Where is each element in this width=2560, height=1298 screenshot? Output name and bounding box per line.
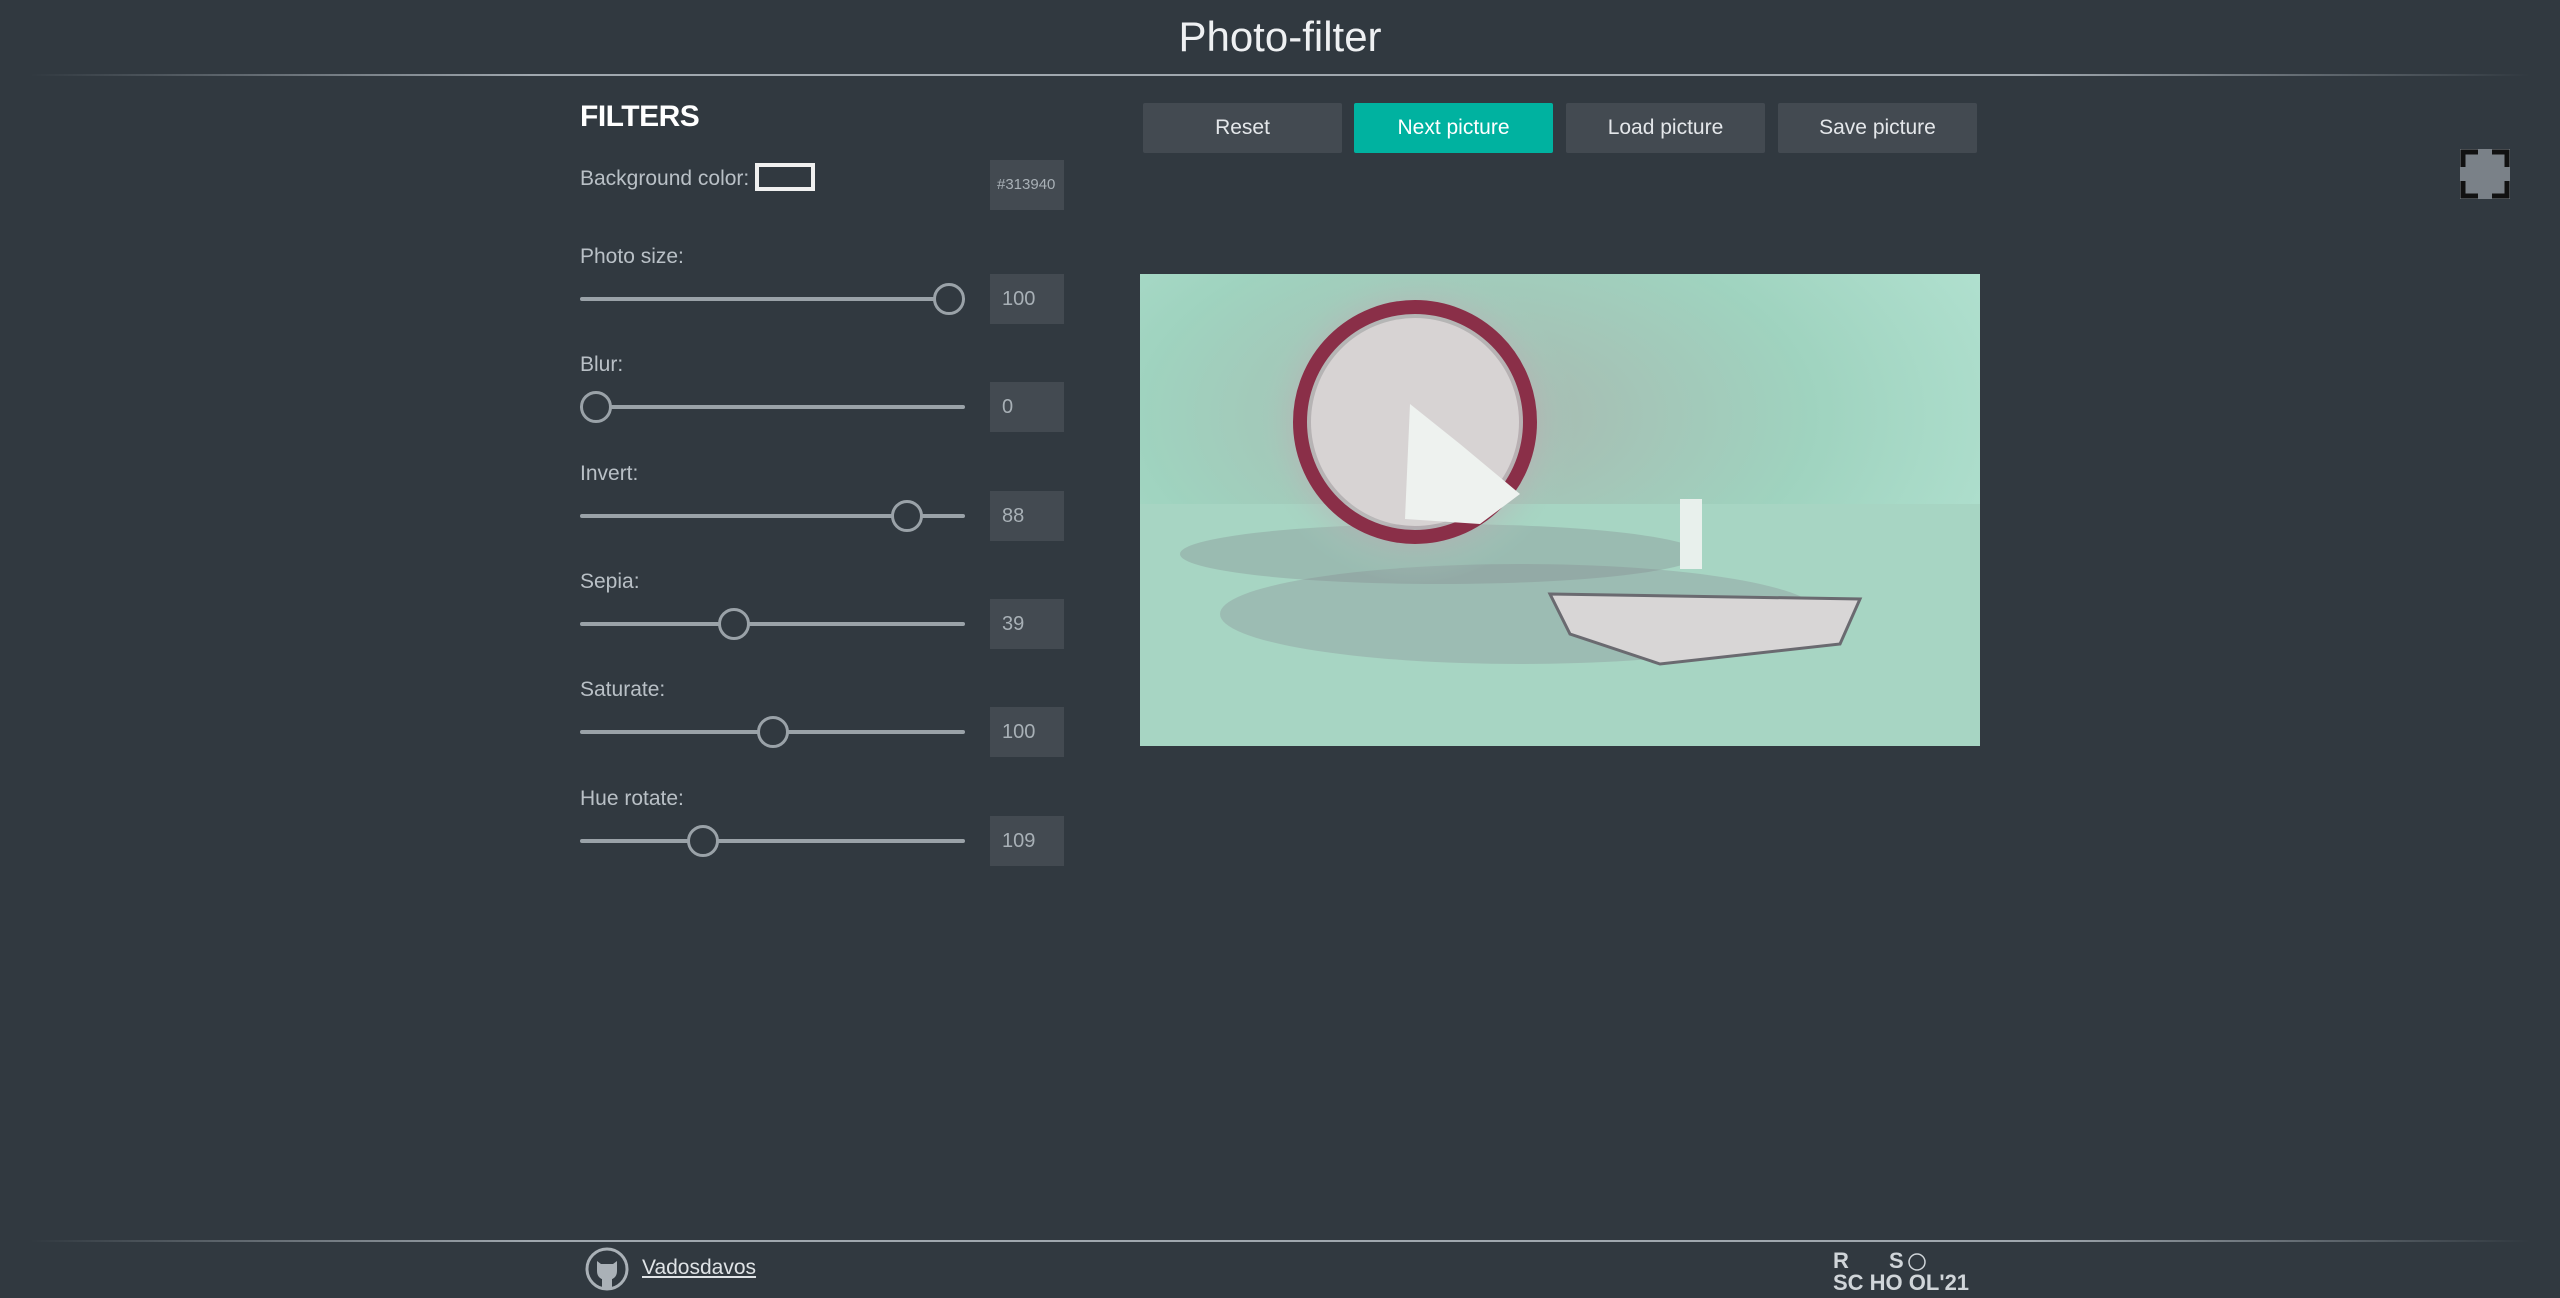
sepia-value: 39 — [990, 598, 1064, 649]
rs-school-logo[interactable]: R SSC HO OL'21 — [1833, 1250, 1978, 1292]
background-color-picker[interactable] — [755, 163, 815, 191]
saturate-slider[interactable] — [580, 716, 965, 749]
photo-size-label: Photo size: — [580, 245, 684, 268]
sepia-slider[interactable] — [580, 607, 965, 640]
blur-slider[interactable] — [580, 391, 965, 424]
photo-size-value: 100 — [990, 274, 1064, 324]
hue-rotate-slider-thumb[interactable] — [686, 824, 719, 857]
photo-size-slider[interactable] — [580, 283, 965, 315]
fullscreen-button[interactable] — [2460, 149, 2510, 199]
load-picture-button[interactable]: Load picture — [1566, 103, 1765, 153]
saturate-label: Saturate: — [580, 678, 666, 702]
background-color-label: Background color: — [580, 167, 750, 190]
author-link[interactable]: Vadosdavos — [642, 1256, 756, 1280]
saturate-value: 100 — [990, 707, 1064, 758]
blur-label: Blur: — [580, 353, 624, 377]
filters-heading: FILTERS — [580, 100, 700, 133]
header: Photo-filter — [0, 0, 2560, 75]
invert-label: Invert: — [580, 461, 639, 485]
svg-text:SC HO OL'21: SC HO OL'21 — [1833, 1270, 1969, 1292]
invert-value: 88 — [990, 490, 1064, 541]
hue-rotate-slider[interactable] — [580, 824, 965, 857]
page-title: Photo-filter — [1178, 13, 1382, 60]
sepia-label: Sepia: — [580, 569, 640, 593]
header-divider — [30, 74, 2530, 76]
fullscreen-icon — [2460, 149, 2510, 199]
background-color-value: #313940 — [990, 160, 1064, 210]
invert-slider[interactable] — [580, 499, 965, 532]
hue-rotate-value: 109 — [990, 815, 1064, 866]
reset-button[interactable]: Reset — [1143, 103, 1342, 153]
photo-size-slider-thumb[interactable] — [933, 283, 965, 315]
saturate-slider-thumb[interactable] — [756, 716, 789, 749]
filtered-photo — [1140, 274, 1980, 746]
next-picture-button[interactable]: Next picture — [1354, 103, 1553, 153]
github-icon[interactable] — [585, 1247, 629, 1291]
blur-slider-thumb[interactable] — [580, 391, 612, 424]
blur-value: 0 — [990, 382, 1064, 433]
footer-divider — [30, 1240, 2530, 1242]
hue-rotate-label: Hue rotate: — [580, 786, 684, 810]
sepia-slider-thumb[interactable] — [717, 607, 750, 640]
save-picture-button[interactable]: Save picture — [1778, 103, 1977, 153]
invert-slider-thumb[interactable] — [890, 499, 923, 532]
